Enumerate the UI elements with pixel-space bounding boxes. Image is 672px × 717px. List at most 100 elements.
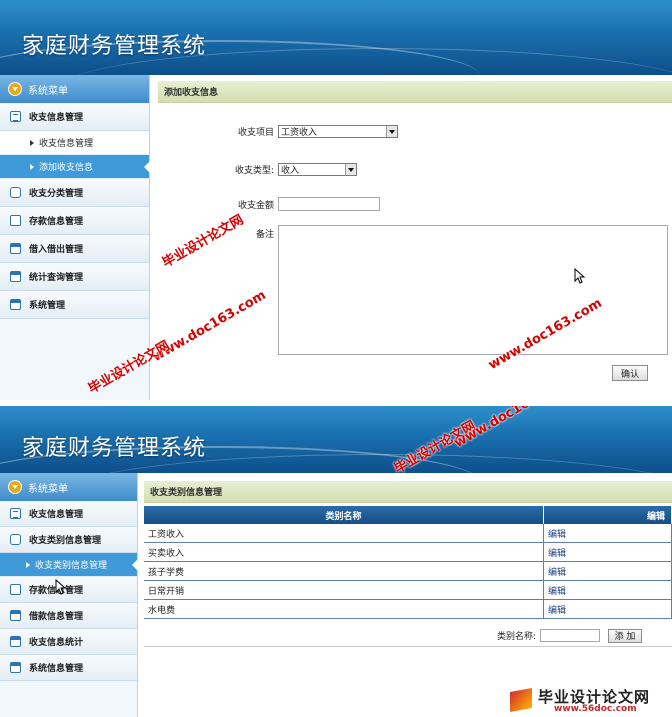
sidebar-subitem-category-manage[interactable]: 收支类别信息管理: [0, 553, 138, 577]
table-row: 工资收入 编辑: [144, 524, 672, 543]
sidebar-item-statistics[interactable]: 收支信息统计: [0, 629, 137, 655]
sidebar-item-label: 收支类别信息管理: [29, 536, 102, 546]
app-title: 家庭财务管理系统: [22, 436, 207, 461]
sidebar-subitem-label: 收支信息管理: [39, 139, 94, 149]
sidebar-item-category[interactable]: 收支类别信息管理: [0, 527, 137, 553]
category-name-cell: 日常开销: [144, 581, 544, 599]
sidebar-item-label: 借入借出管理: [29, 245, 84, 255]
sidebar-subitem-manage[interactable]: 收支信息管理: [0, 131, 149, 155]
confirm-button[interactable]: 确认: [612, 365, 648, 381]
sidebar-header-label: 系统菜单: [28, 483, 68, 495]
header-banner: 家庭财务管理系统: [0, 0, 672, 75]
list-icon: [10, 111, 21, 122]
edit-link[interactable]: 编辑: [544, 581, 672, 599]
column-header-edit: 编辑: [544, 506, 672, 524]
logo-cube-icon: [510, 688, 532, 712]
calendar-icon: [10, 610, 21, 621]
site-logo: 毕业设计论文网 www.56doc.com: [510, 686, 670, 716]
screenshot-add-record: 家庭财务管理系统 系统菜单 收支信息管理 收支信息管理 添加收支信息 收支分类管…: [0, 0, 672, 400]
sidebar-item-loan[interactable]: 借款信息管理: [0, 603, 137, 629]
form-row-note: 备注: [158, 225, 668, 355]
table-row: 日常开销 编辑: [144, 581, 672, 600]
mouse-cursor-icon: [574, 268, 586, 284]
sidebar-item-label: 统计查询管理: [29, 273, 84, 283]
sidebar-item-system[interactable]: 系统信息管理: [0, 655, 137, 681]
sidebar: 系统菜单 收支信息管理 收支信息管理 添加收支信息 收支分类管理 存款信息管理 …: [0, 75, 150, 400]
sidebar-subitem-add[interactable]: 添加收支信息: [0, 155, 150, 179]
amount-input[interactable]: [278, 197, 380, 211]
table-row: 水电费 编辑: [144, 600, 672, 619]
logo-url: www.56doc.com: [554, 704, 637, 714]
sidebar-item-label: 收支信息管理: [29, 113, 84, 123]
app-title: 家庭财务管理系统: [22, 34, 207, 59]
amount-label: 收支金额: [237, 200, 274, 211]
form-row-type: 收支类型: 收入: [158, 163, 357, 176]
list-icon: [10, 508, 21, 519]
item-label: 收支项目: [237, 128, 274, 138]
category-name-cell: 工资收入: [144, 524, 544, 542]
sidebar-item-label: 存款信息管理: [29, 217, 84, 227]
caret-right-icon: [30, 163, 34, 170]
sidebar-item-category[interactable]: 收支分类管理: [0, 179, 149, 207]
sidebar: 系统菜单 收支信息管理 收支类别信息管理 收支类别信息管理 存款信息管理 借款信…: [0, 473, 138, 717]
caret-right-icon: [26, 561, 30, 568]
category-name-label: 类别名称:: [496, 632, 536, 642]
sidebar-item-label: 收支信息统计: [29, 638, 84, 648]
sidebar-item-label: 系统管理: [29, 301, 66, 311]
sidebar-item-statistics[interactable]: 统计查询管理: [0, 263, 149, 291]
category-name-cell: 水电费: [144, 600, 544, 618]
sidebar-item-label: 系统信息管理: [29, 664, 84, 674]
screenshot-category-manage: 家庭财务管理系统 系统菜单 收支信息管理 收支类别信息管理 收支类别信息管理 存…: [0, 406, 672, 717]
menu-toggle-icon: [8, 82, 22, 96]
calendar-icon: [10, 271, 21, 282]
sidebar-subitem-label: 收支类别信息管理: [35, 561, 108, 571]
sidebar-item-deposit[interactable]: 存款信息管理: [0, 207, 149, 235]
main-panel: 添加收支信息 收支项目 工资收入 收支类型: 收入 收支金额 备注 确认: [158, 75, 672, 400]
section-title: 收支类别信息管理: [144, 481, 672, 503]
type-select-value: 收入: [281, 166, 300, 176]
column-header-name: 类别名称: [144, 506, 544, 524]
menu-toggle-icon: [8, 480, 22, 494]
table-row: 买卖收入 编辑: [144, 543, 672, 562]
chat-icon: [10, 187, 21, 198]
chevron-down-icon: [386, 126, 397, 137]
category-name-input[interactable]: [540, 629, 600, 642]
mouse-cursor-icon: [55, 579, 67, 595]
type-select[interactable]: 收入: [278, 163, 357, 176]
calendar-icon: [10, 299, 21, 310]
chevron-down-icon: [345, 164, 356, 175]
sidebar-item-deposit[interactable]: 存款信息管理: [0, 577, 137, 603]
calendar-icon: [10, 636, 21, 647]
header-banner: 家庭财务管理系统: [0, 406, 672, 473]
category-name-cell: 孩子学费: [144, 562, 544, 580]
sidebar-item-label: 收支信息管理: [29, 510, 84, 520]
table-row: 孩子学费 编辑: [144, 562, 672, 581]
sidebar-header: 系统菜单: [0, 75, 149, 103]
calendar-icon: [10, 243, 21, 254]
type-label: 收支类型:: [234, 166, 274, 176]
edit-link[interactable]: 编辑: [544, 543, 672, 561]
chat-icon: [10, 534, 21, 545]
section-title: 添加收支信息: [158, 81, 672, 103]
item-select[interactable]: 工资收入: [278, 125, 398, 138]
sidebar-item-borrow[interactable]: 借入借出管理: [0, 235, 149, 263]
edit-icon: [10, 215, 21, 226]
sidebar-item-income-expense[interactable]: 收支信息管理: [0, 501, 137, 527]
category-name-cell: 买卖收入: [144, 543, 544, 561]
sidebar-item-label: 收支分类管理: [29, 189, 84, 199]
table-header: 类别名称 编辑: [144, 506, 672, 524]
note-textarea[interactable]: [278, 225, 668, 355]
sidebar-header-label: 系统菜单: [28, 85, 68, 97]
edit-link[interactable]: 编辑: [544, 600, 672, 618]
category-table: 类别名称 编辑 工资收入 编辑 买卖收入 编辑 孩子学费 编辑 日常开销 编辑 …: [144, 506, 672, 619]
edit-link[interactable]: 编辑: [544, 524, 672, 542]
sidebar-item-system[interactable]: 系统管理: [0, 291, 149, 319]
sidebar-item-income-expense[interactable]: 收支信息管理: [0, 103, 149, 131]
edit-link[interactable]: 编辑: [544, 562, 672, 580]
main-panel: 收支类别信息管理 类别名称 编辑 工资收入 编辑 买卖收入 编辑 孩子学费 编辑…: [144, 473, 672, 717]
form-row-item: 收支项目 工资收入: [158, 125, 398, 138]
add-category-button[interactable]: 添 加: [608, 628, 642, 643]
calendar-icon: [10, 662, 21, 673]
form-row-amount: 收支金额: [158, 197, 380, 211]
caret-right-icon: [30, 139, 34, 146]
